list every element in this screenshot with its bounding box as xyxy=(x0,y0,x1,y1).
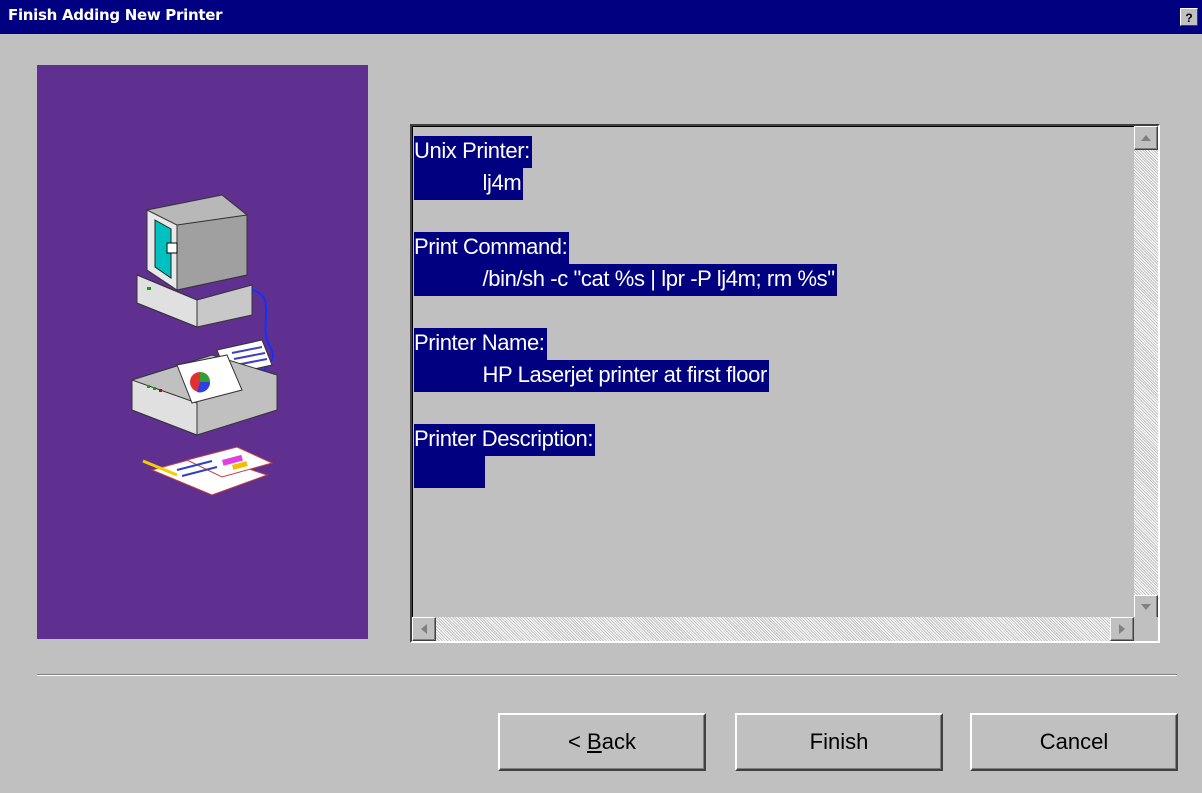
summary-line-printer-description-label: Printer Description: xyxy=(414,424,596,456)
arrow-left-icon xyxy=(421,624,427,634)
printer-icon xyxy=(131,339,278,436)
summary-line-print-command-value: /bin/sh -c "cat %s | lpr -P lj4m; rm %s" xyxy=(414,264,837,296)
computer-icon xyxy=(136,194,253,328)
horizontal-scrollbar[interactable] xyxy=(412,617,1134,641)
scroll-up-button[interactable] xyxy=(1134,126,1158,150)
scroll-left-button[interactable] xyxy=(412,617,436,641)
button-separator xyxy=(37,674,1177,676)
finish-button[interactable]: Finish xyxy=(735,713,943,771)
summary-line-unix-printer-value: lj4m xyxy=(414,168,524,200)
scroll-right-button[interactable] xyxy=(1110,617,1134,641)
arrow-right-icon xyxy=(1119,624,1125,634)
back-button[interactable]: < Back xyxy=(498,713,706,771)
scroll-down-button[interactable] xyxy=(1134,595,1158,619)
window-title: Finish Adding New Printer xyxy=(8,6,223,24)
wizard-illustration-panel xyxy=(37,65,368,639)
scrollbar-corner xyxy=(1134,617,1158,641)
help-button[interactable]: ? xyxy=(1180,8,1198,26)
back-button-accelerator: B xyxy=(587,729,602,754)
arrow-down-icon xyxy=(1141,604,1151,610)
printer-summary-listbox[interactable]: Unix Printer: lj4m Print Command: /bin/s… xyxy=(410,124,1160,643)
back-button-rest: ack xyxy=(601,729,636,754)
summary-line-printer-name-label: Printer Name: xyxy=(414,328,547,360)
title-bar: Finish Adding New Printer ? xyxy=(0,0,1202,34)
vertical-scrollbar[interactable] xyxy=(1134,126,1158,619)
summary-line-printer-name-value: HP Laserjet printer at first floor xyxy=(414,360,769,392)
summary-line-unix-printer-label: Unix Printer: xyxy=(414,136,532,168)
documents-icon xyxy=(142,446,274,496)
back-button-prefix: < xyxy=(568,729,588,754)
printer-computer-illustration xyxy=(131,194,278,496)
cancel-button[interactable]: Cancel xyxy=(970,713,1178,771)
summary-line-print-command-label: Print Command: xyxy=(414,232,570,264)
summary-line-printer-description-value xyxy=(414,456,485,488)
summary-content: Unix Printer: lj4m Print Command: /bin/s… xyxy=(414,136,1138,621)
arrow-up-icon xyxy=(1141,135,1151,141)
